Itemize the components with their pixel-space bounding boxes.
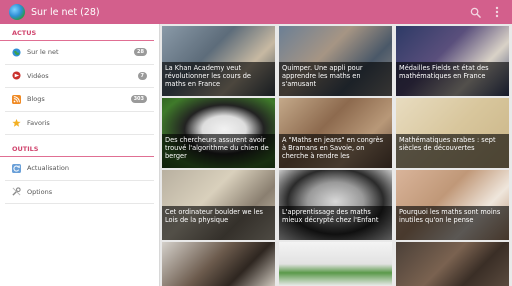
nav-item-blogs[interactable]: Blogs 303 <box>5 88 154 112</box>
article-caption: Cet ordinateur boulder we les Lois de la… <box>162 206 275 240</box>
app-title: Sur le net (28) <box>31 6 100 18</box>
article-tile[interactable]: Quimper. Une appli pour apprendre les ma… <box>279 26 392 96</box>
refresh-icon <box>12 163 21 173</box>
article-caption: La Khan Academy veut révolutionner les c… <box>162 62 275 96</box>
article-tile[interactable] <box>279 242 392 286</box>
nav-label: Vidéos <box>27 71 49 80</box>
globe-icon[interactable] <box>9 4 25 20</box>
nav-item-videos[interactable]: Vidéos 7 <box>5 65 154 88</box>
article-caption: A "Maths en jeans" en congrès à Bramans … <box>279 134 392 168</box>
search-button[interactable] <box>464 0 486 24</box>
article-tile[interactable]: Pourquoi les maths sont moins inutiles q… <box>396 170 509 240</box>
nav-item-options[interactable]: Options <box>5 181 154 204</box>
article-caption: L'apprentissage des maths mieux décrypté… <box>279 206 392 240</box>
article-caption: Des chercheurs assurent avoir trouvé l'a… <box>162 134 275 168</box>
article-tile[interactable] <box>162 242 275 286</box>
article-caption: Médailles Fields et état des mathématiqu… <box>396 62 509 96</box>
article-caption: Quimper. Une appli pour apprendre les ma… <box>279 62 392 96</box>
app-window: Sur le net (28) ACTUS Sur le net 28 Vidé… <box>0 0 512 286</box>
nav-label: Favoris <box>27 118 50 127</box>
article-tile[interactable]: L'apprentissage des maths mieux décrypté… <box>279 170 392 240</box>
more-vert-icon <box>495 6 499 18</box>
action-bar: Sur le net (28) <box>0 0 512 24</box>
tools-icon <box>12 187 21 196</box>
article-tile[interactable]: Cet ordinateur boulder we les Lois de la… <box>162 170 275 240</box>
article-tile[interactable]: Des chercheurs assurent avoir trouvé l'a… <box>162 98 275 168</box>
nav-item-actualisation[interactable]: Actualisation <box>5 157 154 181</box>
rss-icon <box>12 94 21 104</box>
nav-label: Actualisation <box>27 164 69 173</box>
section-header-actus: ACTUS <box>0 24 154 41</box>
article-tile[interactable]: La Khan Academy veut révolutionner les c… <box>162 26 275 96</box>
article-tile[interactable]: A "Maths en jeans" en congrès à Bramans … <box>279 98 392 168</box>
nav-label: Options <box>27 187 53 196</box>
navigation-drawer: ACTUS Sur le net 28 Vidéos 7 Blogs 303 F… <box>0 24 160 286</box>
nav-label: Blogs <box>27 95 45 104</box>
globe-icon <box>12 48 21 57</box>
nav-item-sur-le-net[interactable]: Sur le net 28 <box>5 41 154 65</box>
article-thumbnail <box>396 242 509 286</box>
article-caption: Mathématiques arabes : sept siècles de d… <box>396 134 509 168</box>
video-icon <box>12 71 21 80</box>
article-tile[interactable] <box>396 242 509 286</box>
star-icon <box>12 118 21 127</box>
article-tile[interactable]: Médailles Fields et état des mathématiqu… <box>396 26 509 96</box>
article-tile[interactable]: Mathématiques arabes : sept siècles de d… <box>396 98 509 168</box>
overflow-menu-button[interactable] <box>486 0 508 24</box>
section-header-outils: OUTILS <box>0 140 154 157</box>
count-badge: 303 <box>130 95 147 104</box>
nav-label: Sur le net <box>27 48 59 57</box>
count-badge: 7 <box>137 71 147 80</box>
search-icon <box>470 7 481 18</box>
nav-item-favoris[interactable]: Favoris <box>5 112 154 135</box>
article-caption: Pourquoi les maths sont moins inutiles q… <box>396 206 509 240</box>
article-thumbnail <box>279 242 392 286</box>
article-thumbnail <box>162 242 275 286</box>
article-grid: La Khan Academy veut révolutionner les c… <box>162 26 512 286</box>
count-badge: 28 <box>134 48 147 57</box>
